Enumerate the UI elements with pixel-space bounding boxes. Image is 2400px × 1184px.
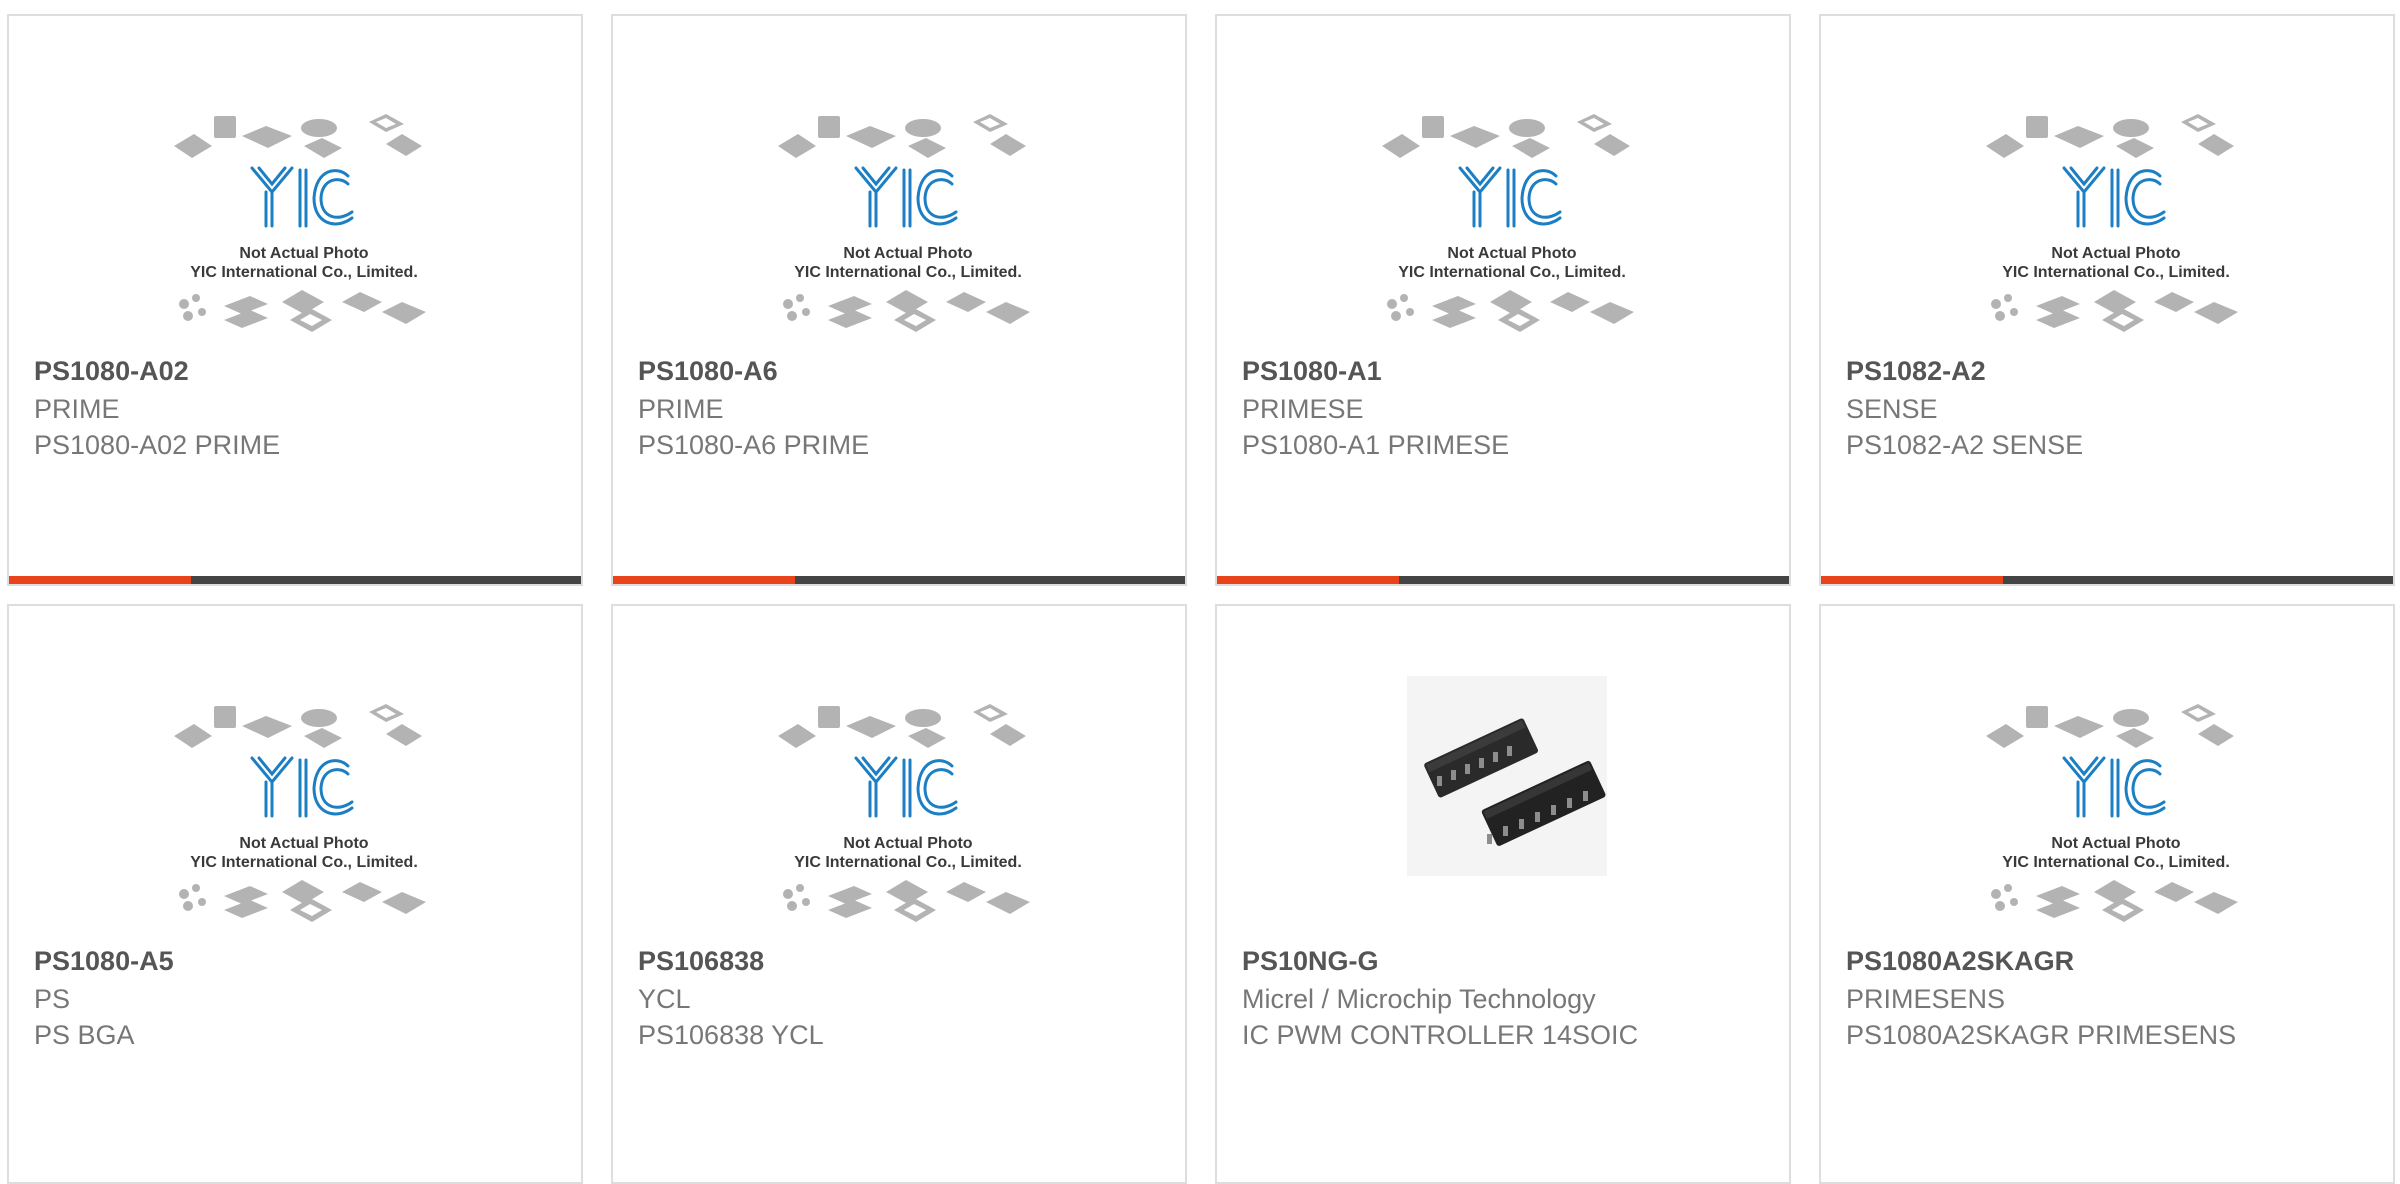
product-image-placeholder[interactable]: Not Actual Photo YIC International Co., L… — [768, 106, 1048, 346]
description: PS1080-A6 PRIME — [638, 430, 870, 460]
product-image-placeholder[interactable]: Not Actual Photo YIC International Co., L… — [164, 696, 444, 936]
product-image-placeholder[interactable]: Not Actual Photo YIC International Co., L… — [1976, 696, 2256, 936]
card-bottom-bar — [9, 576, 581, 584]
soic-chip-photo[interactable] — [1407, 676, 1607, 876]
manufacturer: SENSE — [1846, 394, 1938, 424]
description: PS1082-A2 SENSE — [1846, 430, 2084, 460]
card-bottom-bar — [613, 576, 1185, 584]
card-accent-bar — [613, 576, 795, 584]
placeholder-line1: Not Actual Photo — [843, 835, 972, 852]
placeholder-line1: Not Actual Photo — [843, 245, 972, 262]
part-number[interactable]: PS1080-A02 — [34, 356, 189, 387]
card-accent-bar — [9, 576, 191, 584]
manufacturer: PRIMESENS — [1846, 984, 2006, 1014]
part-number[interactable]: PS1080A2SKAGR — [1846, 946, 2074, 977]
manufacturer: YCL — [638, 984, 691, 1014]
description: PS BGA — [34, 1020, 135, 1050]
placeholder-line1: Not Actual Photo — [2051, 835, 2180, 852]
description: PS106838 YCL — [638, 1020, 824, 1050]
placeholder-line2: YIC International Co., Limited. — [2002, 854, 2230, 871]
manufacturer: Micrel / Microchip Technology — [1242, 984, 1596, 1014]
product-card[interactable]: Not Actual Photo YIC International Co., L… — [1819, 604, 2395, 1184]
product-card[interactable]: Not Actual Photo YIC International Co., L… — [611, 604, 1187, 1184]
description: PS1080-A1 PRIMESE — [1242, 430, 1510, 460]
part-number[interactable]: PS1080-A1 — [1242, 356, 1382, 387]
part-number[interactable]: PS1080-A6 — [638, 356, 778, 387]
description: PS1080-A02 PRIME — [34, 430, 281, 460]
placeholder-line1: Not Actual Photo — [1447, 245, 1576, 262]
manufacturer: PRIME — [638, 394, 724, 424]
product-image-placeholder[interactable]: Not Actual Photo YIC International Co., L… — [1976, 106, 2256, 346]
part-number[interactable]: PS1082-A2 — [1846, 356, 1986, 387]
product-card[interactable]: Not Actual Photo YIC International Co., L… — [611, 14, 1187, 586]
manufacturer: PRIME — [34, 394, 120, 424]
placeholder-line2: YIC International Co., Limited. — [2002, 264, 2230, 281]
part-number[interactable]: PS10NG-G — [1242, 946, 1379, 977]
part-number[interactable]: PS106838 — [638, 946, 764, 977]
card-accent-bar — [1821, 576, 2003, 584]
placeholder-line2: YIC International Co., Limited. — [1398, 264, 1626, 281]
card-accent-bar — [1217, 576, 1399, 584]
placeholder-line2: YIC International Co., Limited. — [190, 854, 418, 871]
product-grid: Not Actual Photo YIC International Co., L… — [0, 0, 2400, 1184]
placeholder-line2: YIC International Co., Limited. — [190, 264, 418, 281]
description: IC PWM CONTROLLER 14SOIC — [1242, 1020, 1639, 1050]
product-card[interactable]: Not Actual Photo YIC International Co., L… — [1819, 14, 2395, 586]
product-card[interactable]: Not Actual Photo YIC International Co., L… — [1215, 14, 1791, 586]
placeholder-line2: YIC International Co., Limited. — [794, 264, 1022, 281]
product-image-placeholder[interactable]: Not Actual Photo YIC International Co., L… — [768, 696, 1048, 936]
product-card[interactable]: PS10NG-G Micrel / Microchip Technology I… — [1215, 604, 1791, 1184]
product-card[interactable]: Not Actual Photo YIC International Co., L… — [7, 14, 583, 586]
product-image-placeholder[interactable]: Not Actual Photo YIC International Co., L… — [1372, 106, 1652, 346]
card-bottom-bar — [1821, 576, 2393, 584]
product-card[interactable]: Not Actual Photo YIC International Co., L… — [7, 604, 583, 1184]
placeholder-line1: Not Actual Photo — [239, 835, 368, 852]
product-image-placeholder[interactable]: Not Actual Photo YIC International Co., L… — [164, 106, 444, 346]
placeholder-line1: Not Actual Photo — [2051, 245, 2180, 262]
manufacturer: PRIMESE — [1242, 394, 1364, 424]
manufacturer: PS — [34, 984, 71, 1014]
part-number[interactable]: PS1080-A5 — [34, 946, 174, 977]
card-bottom-bar — [1217, 576, 1789, 584]
placeholder-line1: Not Actual Photo — [239, 245, 368, 262]
description: PS1080A2SKAGR PRIMESENS — [1846, 1020, 2237, 1050]
placeholder-line2: YIC International Co., Limited. — [794, 854, 1022, 871]
